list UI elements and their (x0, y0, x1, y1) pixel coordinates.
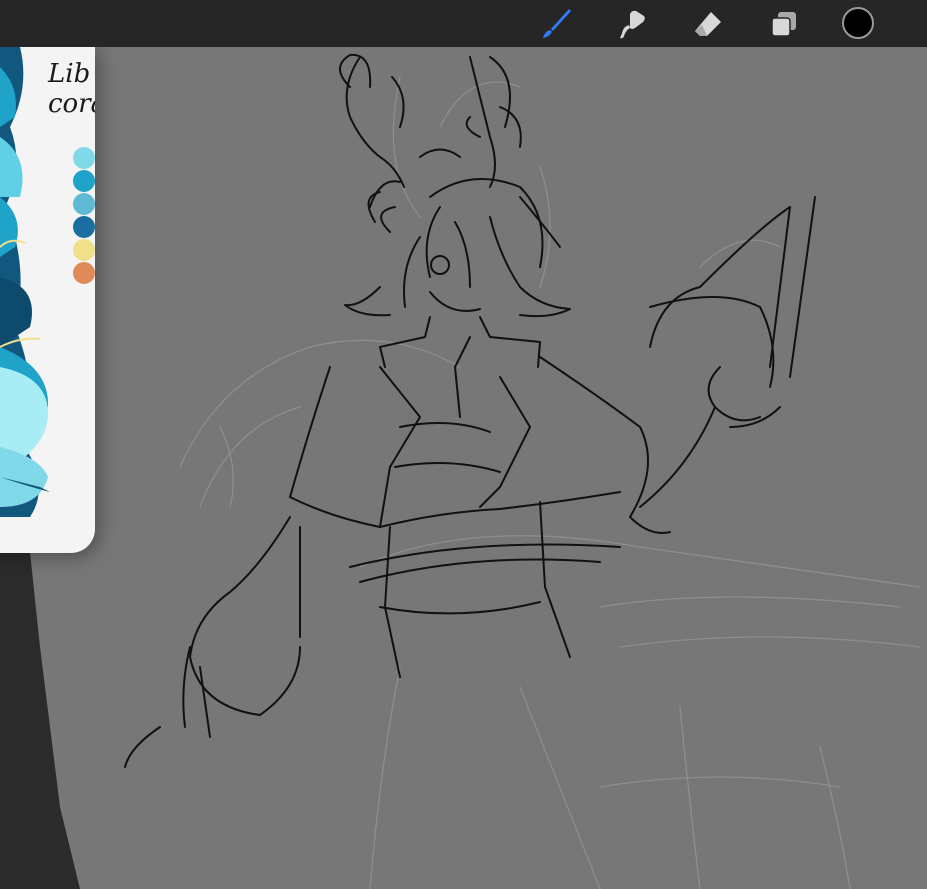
reference-note-text: Lib cora (48, 59, 95, 119)
top-toolbar (0, 0, 927, 47)
brush-icon (543, 9, 571, 38)
palette-swatch (73, 147, 95, 169)
current-color-swatch[interactable] (842, 7, 874, 39)
brush-tool-button[interactable] (538, 6, 574, 42)
layers-tool-button[interactable] (766, 6, 802, 42)
palette-swatch (73, 170, 95, 192)
eraser-tool-button[interactable] (690, 6, 726, 42)
palette-swatch (73, 239, 95, 261)
reference-palette (73, 147, 95, 285)
eraser-icon (695, 12, 721, 36)
smudge-tool-button[interactable] (614, 6, 650, 42)
drawing-canvas[interactable] (0, 47, 927, 889)
reference-panel[interactable]: Lib cora (0, 47, 95, 553)
smudge-icon (620, 10, 645, 39)
reference-character-image (0, 47, 50, 517)
layers-icon (771, 12, 796, 37)
palette-swatch (73, 216, 95, 238)
palette-swatch (73, 193, 95, 215)
palette-swatch (73, 262, 95, 284)
